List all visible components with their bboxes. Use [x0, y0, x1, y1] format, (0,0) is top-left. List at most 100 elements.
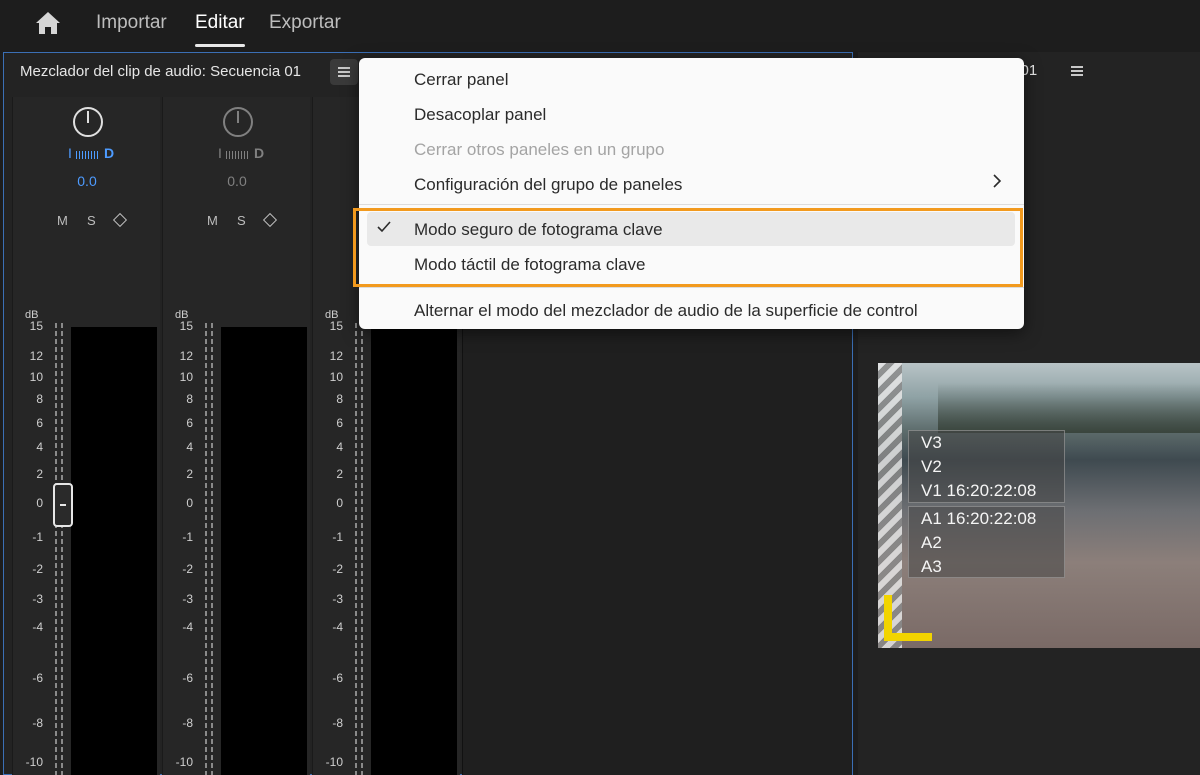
scale-tick: -1 — [182, 530, 193, 544]
left-eye-marker-icon — [884, 595, 932, 641]
overlay-line: V2 — [921, 457, 942, 476]
panel-menu-button[interactable] — [330, 59, 358, 85]
video-preview[interactable]: V3 V2 V1 16:20:22:08 A1 16:20:22:08 A2 A… — [878, 363, 1200, 648]
menu-item-panel-group-settings[interactable]: Configuración del grupo de paneles — [414, 175, 682, 195]
overlay-line: V1 16:20:22:08 — [921, 481, 1037, 500]
video-track-overlay: V3 V2 V1 16:20:22:08 — [908, 430, 1065, 503]
scale-tick: 4 — [336, 440, 343, 454]
hamburger-icon — [338, 67, 350, 69]
menu-item-undock-panel[interactable]: Desacoplar panel — [414, 105, 546, 125]
chevron-right-icon — [993, 174, 1002, 188]
scale-tick: 12 — [29, 349, 43, 363]
workspace-bar: Importar Editar Exportar — [0, 0, 1200, 48]
panel-title: Mezclador del clip de audio: Secuencia 0… — [20, 63, 302, 80]
menu-item-close-other-panels: Cerrar otros paneles en un grupo — [414, 140, 665, 159]
fader-track — [355, 323, 357, 775]
level-meter — [221, 327, 307, 775]
scale-tick: 8 — [336, 392, 343, 406]
scale-tick: -6 — [332, 671, 343, 685]
scale-tick: -4 — [32, 620, 43, 634]
scale-tick: -10 — [175, 755, 193, 769]
scale-tick: -8 — [332, 716, 343, 730]
highlight-annotation-box — [353, 208, 1023, 287]
pan-right-label: D — [104, 145, 115, 161]
fader-track — [361, 323, 363, 775]
menu-separator — [359, 287, 1024, 288]
scale-tick: -2 — [332, 562, 343, 576]
pan-left-label: I — [218, 145, 222, 161]
scale-tick: 6 — [336, 416, 343, 430]
pan-value[interactable]: 0.0 — [13, 173, 161, 189]
mute-button[interactable]: M — [57, 213, 68, 228]
scale-tick: 4 — [36, 440, 43, 454]
menu-item-close-panel[interactable]: Cerrar panel — [414, 70, 509, 90]
scale-tick: 10 — [29, 370, 43, 384]
scale-tick: 8 — [186, 392, 193, 406]
scale-tick: -8 — [32, 716, 43, 730]
pan-indicator: I D — [68, 145, 128, 161]
scale-tick: 2 — [186, 467, 193, 481]
panel-context-menu: Cerrar panel Desacoplar panel Cerrar otr… — [359, 58, 1024, 329]
audio-track-overlay: A1 16:20:22:08 A2 A3 — [908, 506, 1065, 578]
menu-item-toggle-control-surface-mode[interactable]: Alternar el modo del mezclador de audio … — [414, 301, 918, 321]
scale-tick: -2 — [32, 562, 43, 576]
home-icon[interactable] — [34, 10, 62, 36]
scale-tick: -3 — [332, 592, 343, 606]
pan-bars-icon — [226, 151, 248, 159]
pan-knob[interactable] — [223, 107, 253, 137]
scale-tick: 15 — [29, 319, 43, 333]
scale-tick: -3 — [32, 592, 43, 606]
pan-knob[interactable] — [73, 107, 103, 137]
mixer-channel-1: I D 0.0 M S dB 15 12 10 8 6 4 2 0 -1 -2 … — [12, 97, 160, 775]
pan-bars-icon — [76, 151, 98, 159]
scale-tick: 2 — [336, 467, 343, 481]
scale-tick: -1 — [32, 530, 43, 544]
scale-tick: -4 — [332, 620, 343, 634]
scale-tick: -2 — [182, 562, 193, 576]
active-tab-indicator — [195, 44, 245, 47]
keyframe-diamond-icon[interactable] — [262, 212, 278, 228]
scale-tick: 8 — [36, 392, 43, 406]
overlay-line: A1 16:20:22:08 — [921, 509, 1037, 528]
mute-button[interactable]: M — [207, 213, 218, 228]
solo-button[interactable]: S — [87, 213, 96, 228]
scale-tick: 6 — [36, 416, 43, 430]
tab-importar[interactable]: Importar — [96, 12, 167, 34]
scale-tick: -10 — [325, 755, 343, 769]
scale-tick: 0 — [186, 496, 193, 510]
scale-tick: -10 — [25, 755, 43, 769]
pan-left-label: I — [68, 145, 72, 161]
menu-separator — [359, 204, 1024, 205]
fader-track — [205, 323, 207, 775]
scale-tick: -3 — [182, 592, 193, 606]
scale-tick: 6 — [186, 416, 193, 430]
scale-tick: 4 — [186, 440, 193, 454]
fader-track — [61, 323, 63, 775]
scale-tick: -6 — [32, 671, 43, 685]
scale-tick: -8 — [182, 716, 193, 730]
level-meter — [71, 327, 157, 775]
volume-fader-handle[interactable] — [53, 483, 73, 527]
scale-tick: 0 — [36, 496, 43, 510]
pan-indicator: I D — [218, 145, 278, 161]
scale-tick: 15 — [329, 319, 343, 333]
tab-editar[interactable]: Editar — [195, 12, 245, 34]
pan-value[interactable]: 0.0 — [163, 173, 311, 189]
solo-button[interactable]: S — [237, 213, 246, 228]
video-background-trees — [938, 383, 1200, 433]
level-meter — [371, 327, 457, 775]
app-window: Importar Editar Exportar Mezclador del c… — [0, 0, 1200, 775]
scale-tick: 15 — [179, 319, 193, 333]
scale-tick: 10 — [329, 370, 343, 384]
scale-tick: -6 — [182, 671, 193, 685]
overlay-line: A2 — [921, 533, 942, 552]
panel-menu-icon[interactable] — [1070, 64, 1084, 78]
scale-tick: 10 — [179, 370, 193, 384]
fader-track — [55, 323, 57, 775]
tab-exportar[interactable]: Exportar — [269, 12, 341, 34]
fader-track — [211, 323, 213, 775]
overlay-line: V3 — [921, 433, 942, 452]
scale-tick: 12 — [329, 349, 343, 363]
scale-tick: 2 — [36, 467, 43, 481]
keyframe-diamond-icon[interactable] — [112, 212, 128, 228]
